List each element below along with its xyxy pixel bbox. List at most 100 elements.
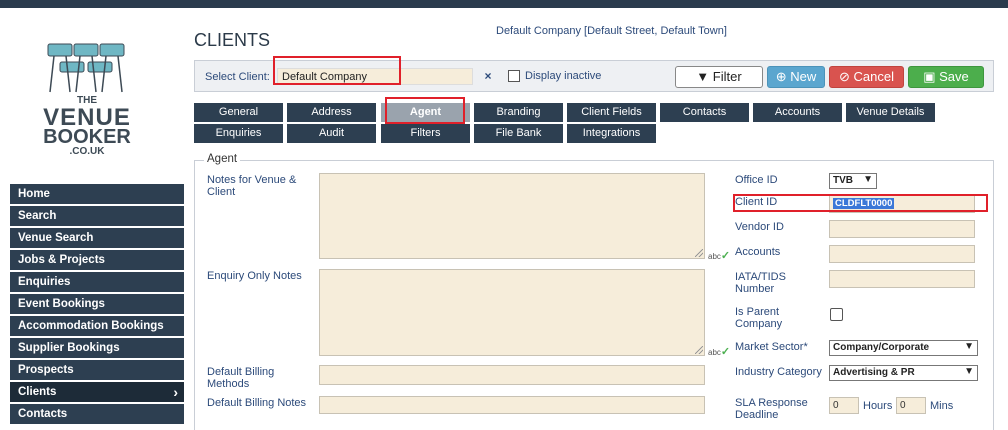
cancel-button[interactable]: ⊘ Cancel <box>829 66 904 88</box>
sidebar-item-label: Home <box>18 188 50 200</box>
sla-hours-label: Hours <box>863 400 893 412</box>
accounts-label: Accounts <box>735 246 781 258</box>
industry-label: Industry Category <box>735 366 822 378</box>
tab-contacts[interactable]: Contacts <box>660 103 749 122</box>
sidebar-item-label: Contacts <box>18 408 68 420</box>
sidebar-item-label: Prospects <box>18 364 74 376</box>
iata-label: IATA/TIDS Number <box>735 271 786 295</box>
is-parent-label: Is Parent Company <box>735 306 783 330</box>
sidebar-item-label: Venue Search <box>18 232 94 244</box>
top-nav-bar <box>0 0 1008 8</box>
notes-textarea[interactable] <box>319 173 705 259</box>
market-sector-value: Company/Corporate <box>833 342 930 353</box>
billing-notes-textarea[interactable] <box>319 396 705 414</box>
billing-notes-label: Default Billing Notes <box>207 397 307 409</box>
tab-filters[interactable]: Filters <box>381 124 470 143</box>
spellcheck-icon[interactable]: abc✓ <box>708 345 730 358</box>
display-inactive-label: Display inactive <box>525 70 602 82</box>
chevron-down-icon: ▼ <box>964 366 974 377</box>
resize-grip-icon[interactable] <box>695 346 703 354</box>
market-sector-select[interactable]: Company/Corporate ▼ <box>829 340 978 356</box>
cancel-button-label: Cancel <box>853 69 894 84</box>
sidebar-item-label: Enquiries <box>18 276 71 288</box>
tab-enquiries[interactable]: Enquiries <box>194 124 283 143</box>
clear-icon[interactable]: × <box>479 68 497 85</box>
highlight-client-id <box>733 194 988 212</box>
industry-value: Advertising & PR <box>833 367 915 378</box>
sidebar-item-label: Clients <box>18 386 57 398</box>
sidebar-item-label: Accommodation Bookings <box>18 320 164 332</box>
chairs-logo-icon <box>47 43 125 93</box>
sidebar-item-clients[interactable]: Clients › <box>10 382 184 402</box>
tab-client-fields[interactable]: Client Fields <box>567 103 656 122</box>
sidebar-item-contacts[interactable]: Contacts <box>10 404 184 424</box>
office-id-value: TVB <box>833 175 853 186</box>
sidebar-item-prospects[interactable]: Prospects <box>10 360 184 380</box>
display-inactive-checkbox[interactable] <box>508 70 520 82</box>
agent-legend: Agent <box>204 153 241 165</box>
market-sector-label: Market Sector* <box>735 341 808 353</box>
vendor-id-input[interactable] <box>829 220 975 238</box>
enquiry-notes-textarea[interactable] <box>319 269 705 356</box>
save-button[interactable]: ▣ Save <box>908 66 984 88</box>
sidebar-item-label: Supplier Bookings <box>18 342 120 354</box>
sidebar-item-enquiries[interactable]: Enquiries <box>10 272 184 292</box>
notes-label: Notes for Venue & Client <box>207 174 297 198</box>
filter-button[interactable]: ▼ Filter <box>675 66 763 88</box>
iata-input[interactable] <box>829 270 975 288</box>
is-parent-checkbox[interactable] <box>830 308 843 321</box>
billing-methods-label: Default Billing Methods <box>207 366 275 390</box>
chevron-right-icon: › <box>173 384 178 400</box>
new-button[interactable]: ⊕ New <box>767 66 825 88</box>
sidebar-item-event-bookings[interactable]: Event Bookings <box>10 294 184 314</box>
save-icon: ▣ <box>923 69 936 84</box>
sidebar-item-venue-search[interactable]: Venue Search <box>10 228 184 248</box>
page-title: CLIENTS <box>194 30 271 50</box>
company-info: Default Company [Default Street, Default… <box>496 25 727 37</box>
sidebar-item-label: Search <box>18 210 57 222</box>
enquiry-notes-label: Enquiry Only Notes <box>207 270 302 282</box>
vendor-id-label: Vendor ID <box>735 221 784 233</box>
tab-venue-details[interactable]: Venue Details <box>846 103 935 122</box>
industry-select[interactable]: Advertising & PR ▼ <box>829 365 978 381</box>
tab-general[interactable]: General <box>194 103 283 122</box>
sidebar-item-accommodation-bookings[interactable]: Accommodation Bookings <box>10 316 184 336</box>
sidebar-nav: Home Search Venue Search Jobs & Projects… <box>10 184 184 426</box>
highlight-client-select <box>273 56 401 85</box>
tab-branding[interactable]: Branding <box>474 103 563 122</box>
venue-booker-logo: THE VENUE BOOKER .CO.UK <box>22 40 152 165</box>
sidebar-item-label: Event Bookings <box>18 298 105 310</box>
chevron-down-icon: ▼ <box>863 174 873 185</box>
office-id-label: Office ID <box>735 174 778 186</box>
sidebar-item-search[interactable]: Search <box>10 206 184 226</box>
chevron-down-icon: ▼ <box>964 341 974 352</box>
filter-button-label: Filter <box>712 69 742 84</box>
sla-mins-input[interactable]: 0 <box>896 397 926 414</box>
billing-methods-field[interactable] <box>319 365 705 385</box>
select-client-label: Select Client: <box>205 71 270 83</box>
tab-audit[interactable]: Audit <box>287 124 376 143</box>
sla-hours-input[interactable]: 0 <box>829 397 859 414</box>
sidebar-item-home[interactable]: Home <box>10 184 184 204</box>
plus-circle-icon: ⊕ <box>775 69 787 84</box>
spellcheck-icon[interactable]: abc✓ <box>708 249 730 262</box>
new-button-label: New <box>790 69 817 84</box>
spellcheck-text: abc <box>708 348 721 357</box>
sidebar-item-supplier-bookings[interactable]: Supplier Bookings <box>10 338 184 358</box>
sidebar-item-jobs-projects[interactable]: Jobs & Projects <box>10 250 184 270</box>
sla-mins-label: Mins <box>930 400 954 412</box>
logo-text-domain: .CO.UK <box>69 146 105 157</box>
tab-address[interactable]: Address <box>287 103 376 122</box>
tab-accounts[interactable]: Accounts <box>753 103 842 122</box>
office-id-select[interactable]: TVB ▼ <box>829 173 877 189</box>
accounts-input[interactable] <box>829 245 975 263</box>
spellcheck-text: abc <box>708 252 721 261</box>
tab-integrations[interactable]: Integrations <box>567 124 656 143</box>
tab-file-bank[interactable]: File Bank <box>474 124 563 143</box>
save-button-label: Save <box>939 69 969 84</box>
sidebar-item-label: Jobs & Projects <box>18 254 105 266</box>
highlight-agent-tab <box>385 97 465 124</box>
cancel-icon: ⊘ <box>839 69 850 84</box>
filter-icon: ▼ <box>696 69 710 84</box>
resize-grip-icon[interactable] <box>695 249 703 257</box>
